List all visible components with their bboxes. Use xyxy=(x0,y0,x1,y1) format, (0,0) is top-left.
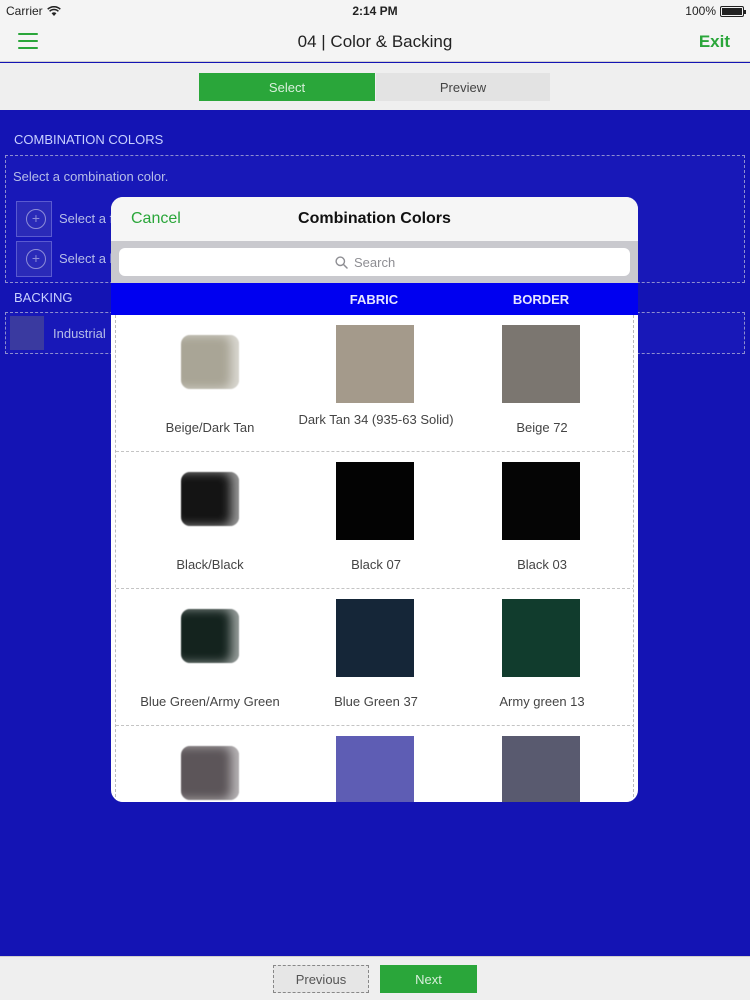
combo-swatch xyxy=(181,472,239,526)
select-border-label: Select a b xyxy=(59,251,117,266)
battery-icon xyxy=(720,5,746,17)
search-bar xyxy=(111,241,638,283)
combo-swatch xyxy=(181,746,239,800)
combination-list[interactable]: Beige/Dark Tan Dark Tan 34 (935-63 Solid… xyxy=(115,315,634,802)
select-fabric-label: Select a f xyxy=(59,211,114,226)
border-cell: Black 03 xyxy=(457,452,627,589)
nav-bar: 04 | Color & Backing Exit xyxy=(0,22,750,62)
search-icon xyxy=(335,255,348,269)
fabric-name: Black 07 xyxy=(351,557,401,572)
backing-thumbnail xyxy=(10,316,44,350)
border-cell: Beige 72 xyxy=(457,315,627,452)
border-swatch xyxy=(502,325,580,403)
fabric-cell: Black 07 xyxy=(291,452,461,589)
combo-cell xyxy=(125,726,295,802)
exit-button[interactable]: Exit xyxy=(699,32,730,52)
next-button[interactable]: Next xyxy=(380,965,477,993)
border-name: Black 03 xyxy=(517,557,567,572)
combination-row[interactable] xyxy=(116,726,633,802)
fabric-swatch xyxy=(336,462,414,540)
combination-hint: Select a combination color. xyxy=(13,169,169,184)
fabric-column-header: FABRIC xyxy=(349,292,399,307)
battery-indicator: 100% xyxy=(685,4,746,18)
border-cell xyxy=(457,726,627,802)
add-circle-icon xyxy=(16,201,52,237)
combination-row[interactable]: Beige/Dark Tan Dark Tan 34 (935-63 Solid… xyxy=(116,315,633,452)
fabric-swatch xyxy=(336,599,414,677)
combo-cell: Black/Black xyxy=(125,452,295,589)
segmented-control-bar: Select Preview xyxy=(0,63,750,110)
combination-colors-modal: Cancel Combination Colors FABRIC BORDER … xyxy=(111,197,638,802)
combination-colors-header: COMBINATION COLORS xyxy=(14,132,164,147)
border-name: Beige 72 xyxy=(516,420,568,435)
border-swatch xyxy=(502,599,580,677)
segment-select[interactable]: Select xyxy=(199,73,375,101)
fabric-swatch xyxy=(336,325,414,403)
modal-header: Cancel Combination Colors xyxy=(111,197,638,241)
combination-row[interactable]: Blue Green/Army Green Blue Green 37 Army… xyxy=(116,589,633,726)
combo-swatch xyxy=(181,609,239,663)
combo-cell: Beige/Dark Tan xyxy=(125,315,295,452)
combo-swatch xyxy=(181,335,239,389)
backing-header: BACKING xyxy=(14,290,73,305)
combo-cell: Blue Green/Army Green xyxy=(125,589,295,726)
add-circle-icon xyxy=(16,241,52,277)
segment-preview[interactable]: Preview xyxy=(376,73,550,101)
backing-label: Industrial xyxy=(53,326,106,341)
battery-percent: 100% xyxy=(685,4,716,18)
combo-name: Blue Green/Army Green xyxy=(140,694,280,709)
modal-title: Combination Colors xyxy=(298,210,451,227)
fabric-cell xyxy=(291,726,461,802)
combo-name: Black/Black xyxy=(176,557,244,572)
status-bar: Carrier 2:14 PM 100% xyxy=(0,0,750,22)
border-name: Army green 13 xyxy=(499,694,585,709)
bottom-nav-bar: Previous Next xyxy=(0,956,750,1000)
battery-fill xyxy=(722,7,742,15)
combo-name: Beige/Dark Tan xyxy=(165,420,255,435)
border-cell: Army green 13 xyxy=(457,589,627,726)
border-column-header: BORDER xyxy=(512,292,570,307)
status-time: 2:14 PM xyxy=(352,4,398,18)
fabric-swatch xyxy=(336,736,414,802)
page-title: 04 | Color & Backing xyxy=(297,32,453,51)
border-swatch xyxy=(502,736,580,802)
fabric-name: Blue Green 37 xyxy=(334,694,418,709)
fabric-name: Dark Tan 34 (935-63 Solid) xyxy=(298,412,454,427)
column-headers: FABRIC BORDER xyxy=(111,283,638,315)
combination-row[interactable]: Black/Black Black 07 Black 03 xyxy=(116,452,633,589)
previous-button[interactable]: Previous xyxy=(273,965,369,993)
search-field[interactable] xyxy=(119,248,630,276)
fabric-cell: Dark Tan 34 (935-63 Solid) xyxy=(291,315,461,452)
border-swatch xyxy=(502,462,580,540)
search-input[interactable] xyxy=(354,254,414,270)
fabric-cell: Blue Green 37 xyxy=(291,589,461,726)
